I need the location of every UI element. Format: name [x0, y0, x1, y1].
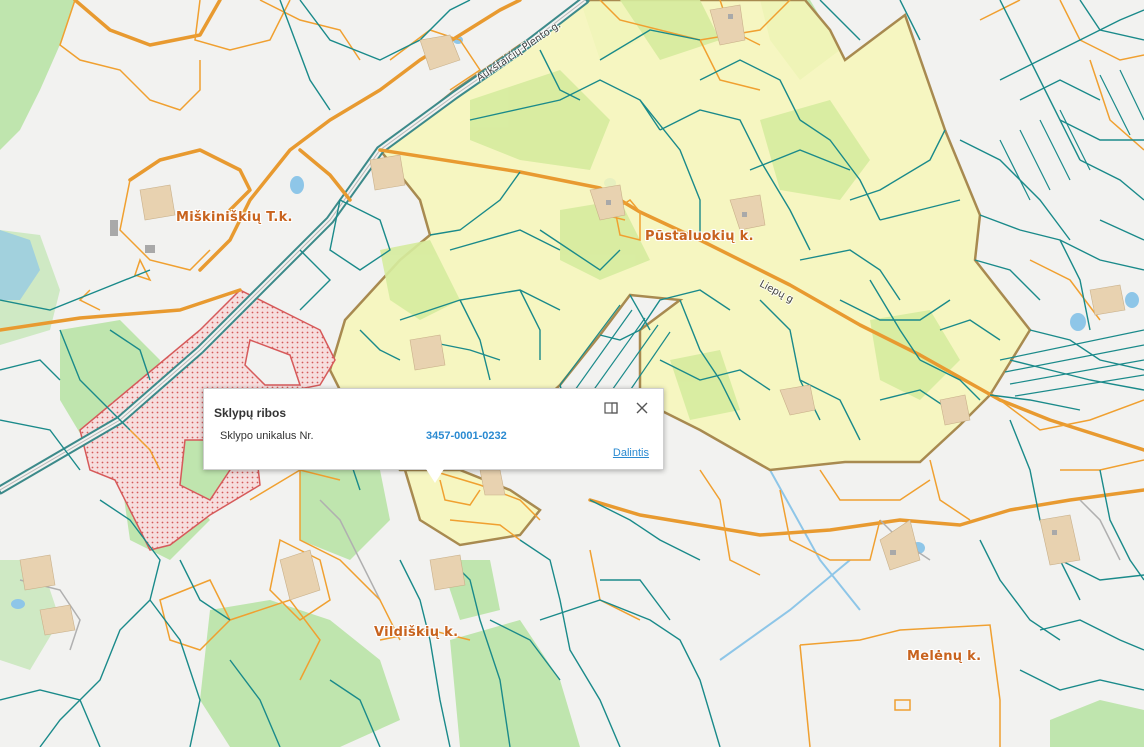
parcel-id-link[interactable]: 3457-0001-0232 [426, 430, 507, 442]
share-link[interactable]: Dalintis [613, 447, 649, 459]
parcel-info-popup: Sklypų ribos Sklypo unikalus Nr. 3457-00… [203, 388, 664, 483]
dock-icon[interactable] [604, 401, 618, 415]
map-layers [0, 0, 1144, 747]
close-icon[interactable] [634, 400, 650, 416]
place-label-vildiskiu: Vildiškių k. [374, 625, 459, 640]
popup-title: Sklypų ribos [214, 406, 287, 420]
place-label-melenu: Melėnų k. [907, 649, 982, 664]
place-label-miskiniskiu: Miškiniškių T.k. [176, 210, 293, 225]
popup-pointer [426, 469, 444, 483]
map-canvas[interactable]: Miškiniškių T.k. Pūstaluokių k. Vildiški… [0, 0, 1144, 747]
parcel-id-label: Sklypo unikalus Nr. [220, 430, 314, 442]
place-label-pustaluokiu: Pūstaluokių k. [645, 229, 754, 244]
